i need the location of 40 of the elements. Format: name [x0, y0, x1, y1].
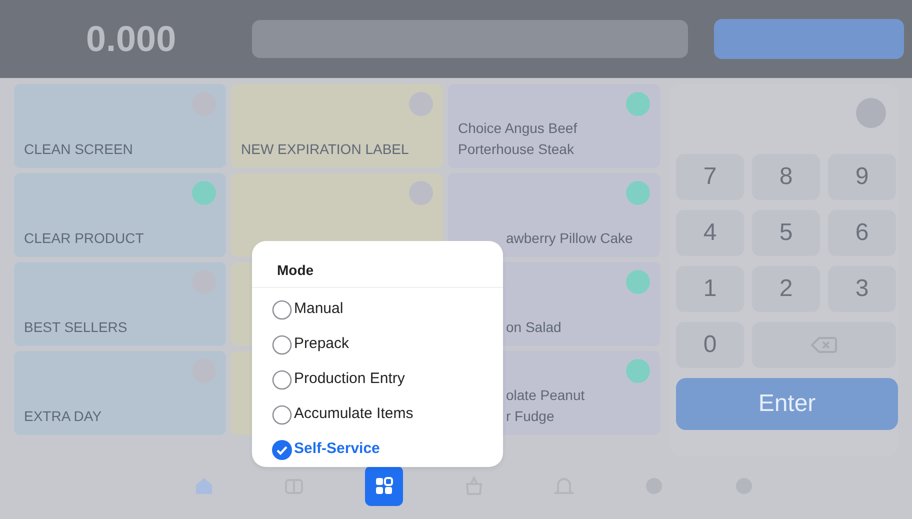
- nav-tab[interactable]: [365, 466, 403, 506]
- categories-button[interactable]: [714, 19, 904, 59]
- keypad-key[interactable]: 7: [676, 154, 744, 200]
- product-tile[interactable]: Choice Angus Beef Porterhouse Steak: [448, 84, 660, 168]
- enter-button[interactable]: Enter: [676, 378, 898, 430]
- keypad-key[interactable]: 3: [828, 266, 896, 312]
- keypad-key[interactable]: 1: [676, 266, 744, 312]
- product-tile[interactable]: CLEAR PRODUCT: [14, 173, 226, 257]
- tile-label: on Salad: [506, 318, 562, 337]
- keypad-key[interactable]: 8: [752, 154, 820, 200]
- tile-label: olate Peanut: [506, 386, 586, 405]
- tile-label: r Fudge: [506, 407, 556, 426]
- grid-icon: [373, 475, 395, 497]
- product-tile[interactable]: EXTRA DAY: [14, 351, 226, 435]
- weight-reading: 0.000: [86, 17, 178, 61]
- keypad-key[interactable]: 2: [752, 266, 820, 312]
- dialog-title: Mode: [252, 241, 503, 288]
- search-field[interactable]: [252, 20, 688, 58]
- tile-label: EXTRA DAY: [24, 407, 103, 426]
- keypad-key[interactable]: 0: [676, 322, 744, 368]
- tile-label: NEW EXPIRATION LABEL: [241, 140, 410, 159]
- tile-label: BEST SELLERS: [24, 318, 128, 337]
- product-tile[interactable]: awberry Pillow Cake: [448, 173, 660, 257]
- keypad-key[interactable]: 9: [828, 154, 896, 200]
- keypad-key[interactable]: 6: [828, 210, 896, 256]
- tile-label: Porterhouse Steak: [458, 140, 575, 159]
- backspace-icon: [811, 336, 837, 354]
- close-button[interactable]: [856, 98, 886, 128]
- tile-label: Choice Angus Beef: [458, 119, 578, 138]
- mode-option[interactable]: Self-Service: [252, 432, 503, 467]
- tile-label: CLEAR PRODUCT: [24, 229, 145, 248]
- backspace-key[interactable]: [752, 322, 896, 368]
- home-icon: [193, 475, 215, 497]
- product-tile[interactable]: NEW EXPIRATION LABEL: [231, 84, 443, 168]
- tile-label: awberry Pillow Cake: [506, 229, 634, 248]
- tile-label: CLEAN SCREEN: [24, 140, 134, 159]
- product-tile[interactable]: BEST SELLERS: [14, 262, 226, 346]
- keypad-key[interactable]: 5: [752, 210, 820, 256]
- keypad-key[interactable]: 4: [676, 210, 744, 256]
- product-tile[interactable]: CLEAN SCREEN: [14, 84, 226, 168]
